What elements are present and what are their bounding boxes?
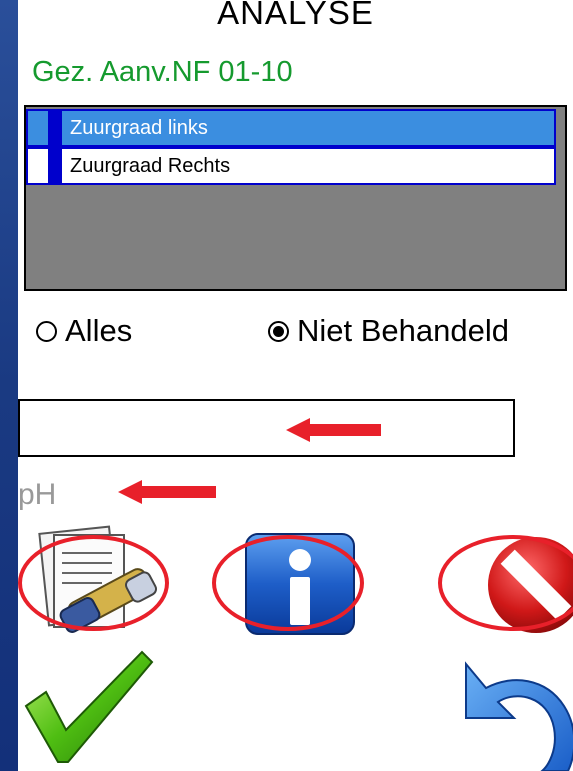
radio-label: Alles [65,313,133,348]
page-title: ANALYSE [217,0,374,31]
row-marker [48,149,62,183]
list-item[interactable]: Zuurgraad links [26,109,556,147]
undo-icon[interactable] [458,658,573,771]
field-label-ph: pH [18,478,57,511]
radio-alles[interactable]: Alles [36,313,132,349]
radio-circle[interactable] [36,320,57,342]
value-input[interactable] [18,399,515,457]
radio-label: Niet Behandeld [297,313,509,348]
row-marker [48,111,62,145]
confirm-check-icon[interactable] [20,648,155,766]
list-item-label: Zuurgraad links [70,117,208,139]
analysis-list: Zuurgraad links Zuurgraad Rechts [24,105,567,291]
list-item-label: Zuurgraad Rechts [70,155,231,177]
device-screen: ANALYSE Gez. Aanv.NF 01-10 Zuurgraad lin… [18,0,573,771]
annotation-ellipse-cancel [438,535,573,631]
annotation-ellipse-edit [18,535,169,631]
annotation-ellipse-info [212,535,364,631]
annotation-arrow-input [286,418,381,442]
radio-niet-behandeld[interactable]: Niet Behandeld [268,313,509,349]
slide-background-strip [0,0,18,771]
annotation-arrow-ph [118,480,216,504]
page-subtitle: Gez. Aanv.NF 01-10 [32,56,293,88]
list-item[interactable]: Zuurgraad Rechts [26,147,556,185]
radio-circle-checked[interactable] [268,320,289,342]
